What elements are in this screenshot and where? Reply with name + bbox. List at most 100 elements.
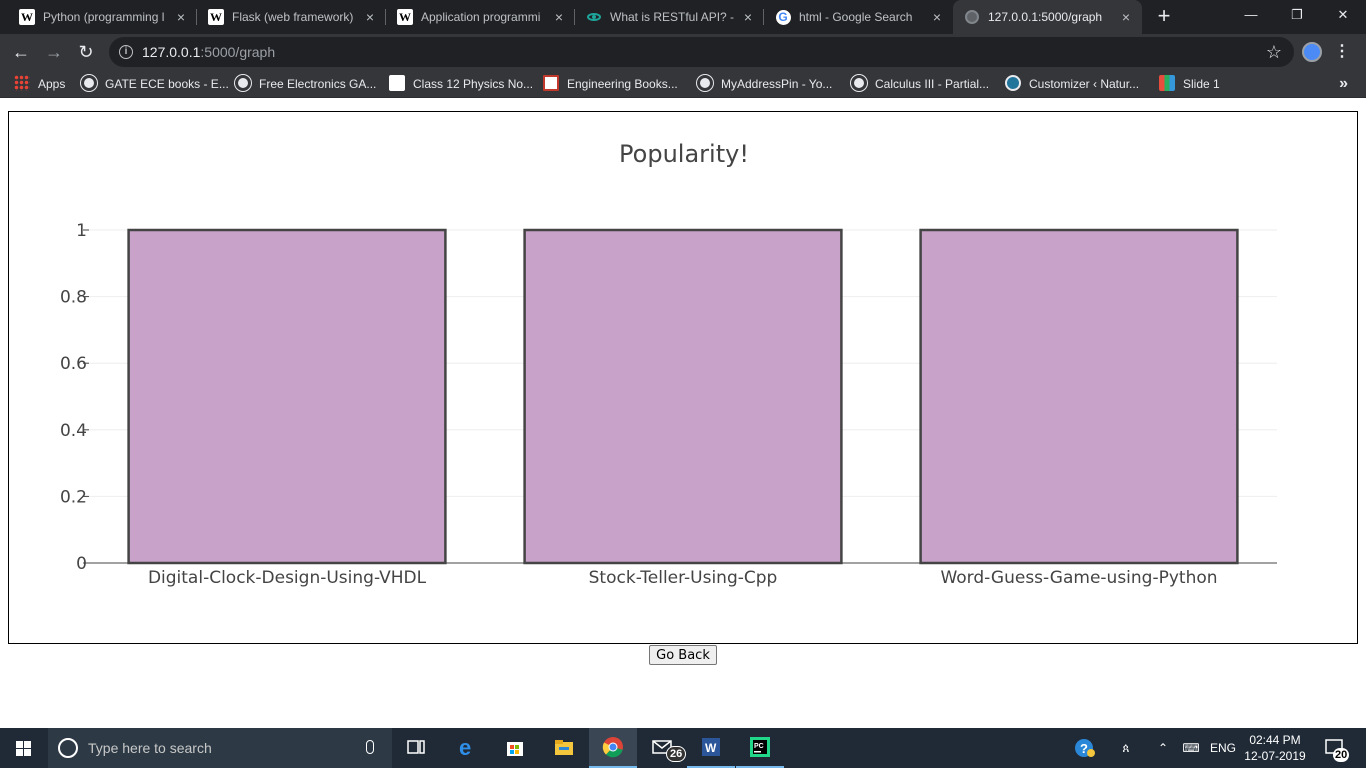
store-icon [507,742,523,756]
globe-icon [235,75,251,91]
bookmark-customizer[interactable]: Customizer ‹ Natur... [1005,75,1139,93]
bookmark-free-electronics[interactable]: Free Electronics GA... [235,75,376,93]
y-tick-label: 0.8 [60,288,87,308]
mail-app[interactable]: 26 [638,728,687,768]
bar-chart: Popularity! 0 0.2 0.4 0.6 0.8 1 Digital-Clock-D… [60,140,1277,588]
search-placeholder: Type here to search [88,740,212,756]
bookmark-calculus[interactable]: Calculus III - Partial... [851,75,989,93]
tab-graph[interactable]: 127.0.0.1:5000/graph × [953,0,1142,34]
tab-google-search[interactable]: G html - Google Search × [764,0,953,34]
chart-frame: Popularity! 0 0.2 0.4 0.6 0.8 1 Digital-Clock-D… [8,111,1358,644]
keyboard-icon[interactable]: ⌨ [1178,728,1204,768]
minimize-button[interactable]: — [1228,0,1274,30]
url-path: :5000/graph [200,44,276,60]
word-icon: W [702,738,720,756]
tab-strip: W Python (programming l × W Flask (web f… [0,0,1366,34]
close-icon[interactable]: × [1118,9,1134,25]
word-app[interactable]: W [687,728,735,768]
windows-logo-icon [16,741,32,756]
tab-title: Python (programming l [43,10,165,24]
eye-icon [586,9,602,25]
help-icon[interactable]: ? [1072,728,1098,768]
windows-taskbar: Type here to search e 26 W PC ? ጰ ⌃ ⌨ EN… [0,728,1366,768]
profile-avatar-icon[interactable] [1302,42,1322,62]
url-host: 127.0.0.1 [142,44,201,60]
bookmark-star-icon[interactable]: ☆ [1266,41,1282,63]
info-icon[interactable]: i [119,45,133,59]
tab-flask[interactable]: W Flask (web framework) - × [197,0,386,34]
bookmark-label: Calculus III - Partial... [875,77,990,91]
y-tick-label: 0.4 [60,421,87,441]
wikipedia-icon: W [19,9,35,25]
back-arrow-icon[interactable]: ← [9,40,33,64]
taskbar-search-box[interactable]: Type here to search [48,728,392,768]
task-view-icon [407,740,425,754]
notification-badge: 20 [1333,748,1350,762]
physics-icon [389,75,405,91]
clock-time: 02:44 PM [1249,733,1301,747]
restore-button[interactable]: ❐ [1274,0,1320,30]
chevron-up-icon[interactable]: ⌃ [1153,728,1173,768]
bookmark-physics[interactable]: Class 12 Physics No... [389,75,533,93]
y-tick-label: 1 [76,221,87,241]
menu-kebab-icon[interactable]: ⋮ [1334,40,1350,64]
close-icon[interactable]: × [929,9,945,25]
language-indicator[interactable]: ENG [1208,728,1238,768]
globe-icon [851,75,867,91]
system-clock[interactable]: 02:44 PM 12-07-2019 [1244,732,1306,764]
task-view-button[interactable] [392,728,440,768]
close-icon[interactable]: × [362,9,378,25]
pycharm-app[interactable]: PC [736,728,784,768]
go-back-button[interactable]: Go Back [649,645,717,665]
notification-center-button[interactable]: 20 [1320,728,1352,768]
window-close-button[interactable]: ✕ [1320,0,1366,30]
bar [127,228,447,565]
bar [919,228,1239,565]
tab-restful[interactable]: What is RESTful API? - D × [575,0,764,34]
bookmarks-bar: Apps GATE ECE books - E... Free Electron… [0,70,1366,98]
wikipedia-icon: W [397,9,413,25]
reload-icon[interactable]: ↻ [74,40,98,64]
chrome-icon [602,737,623,758]
chrome-app[interactable] [589,728,637,768]
x-tick-label: Word-Guess-Game-using-Python [940,568,1217,588]
edge-app[interactable]: e [443,728,491,768]
edge-icon: e [459,736,471,758]
bookmark-label: Class 12 Physics No... [413,77,534,91]
people-icon[interactable]: ጰ [1114,728,1138,768]
wordpress-icon [1005,75,1021,91]
books-icon [543,75,559,91]
file-explorer-app[interactable] [540,728,588,768]
bookmark-label: MyAddressPin - Yo... [721,77,833,91]
globe-icon [964,9,980,25]
bookmark-apps[interactable]: Apps [14,75,65,93]
forward-arrow-icon[interactable]: → [42,40,66,64]
bookmark-label: Apps [38,77,66,91]
close-icon[interactable]: × [551,9,567,25]
bookmarks-overflow-icon[interactable]: » [1339,74,1348,94]
globe-icon [81,75,97,91]
clock-date: 12-07-2019 [1244,749,1306,763]
bookmark-gate-ece[interactable]: GATE ECE books - E... [81,75,229,93]
bookmark-engineering-books[interactable]: Engineering Books... [543,75,678,93]
tab-python[interactable]: W Python (programming l × [8,0,197,34]
tab-api[interactable]: W Application programmi × [386,0,575,34]
new-tab-button[interactable]: + [1153,5,1175,28]
url-text[interactable]: 127.0.0.1:5000/graph [142,44,275,60]
svg-text:e: e [459,736,471,758]
bookmark-slide-1[interactable]: Slide 1 [1159,75,1220,93]
close-icon[interactable]: × [740,9,756,25]
slides-icon [1159,75,1175,91]
bookmark-myaddresspin[interactable]: MyAddressPin - Yo... [697,75,832,93]
start-button[interactable] [0,728,48,768]
microphone-icon[interactable] [366,740,374,754]
address-bar[interactable]: i 127.0.0.1:5000/graph ☆ [109,37,1294,67]
svg-text:W: W [705,741,717,755]
tab-title: What is RESTful API? - D [610,10,735,24]
y-tick-label: 0.6 [60,354,87,374]
close-icon[interactable]: × [173,9,189,25]
bookmark-label: Slide 1 [1183,77,1220,91]
svg-text:PC: PC [754,743,764,750]
folder-icon [555,740,573,755]
store-app[interactable] [491,728,539,768]
